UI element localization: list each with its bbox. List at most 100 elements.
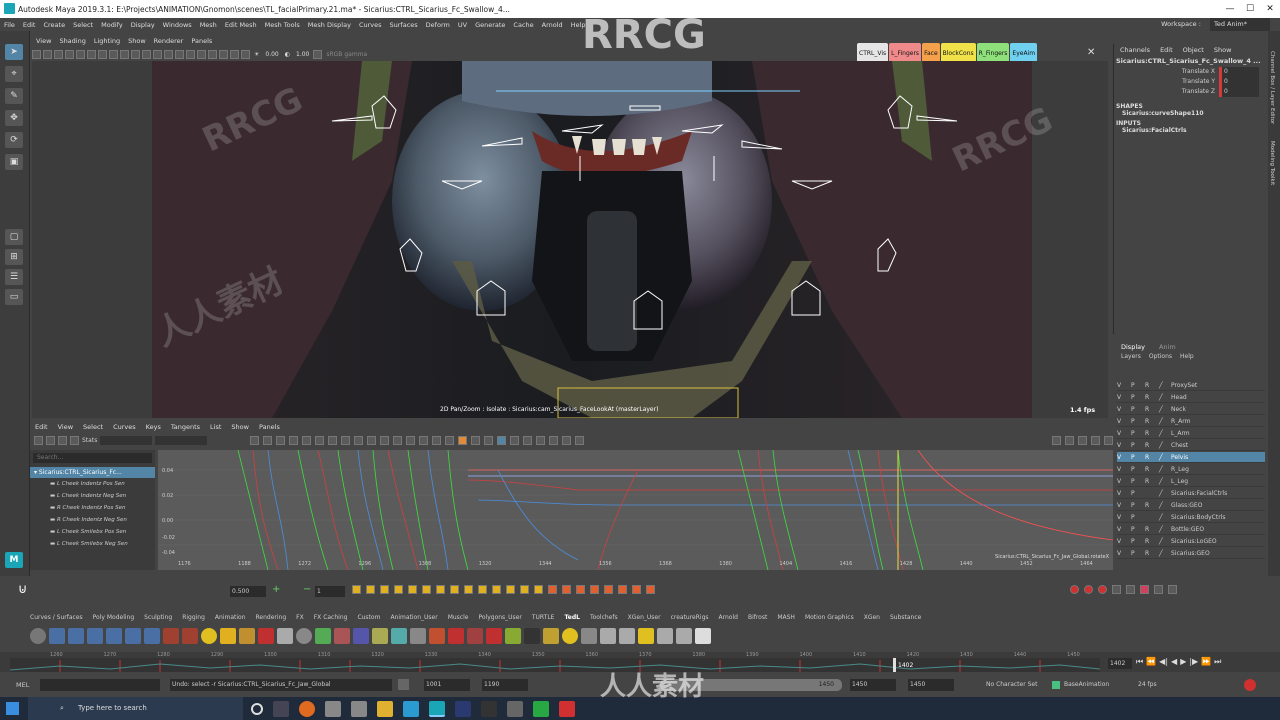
layer-playback[interactable]: P (1131, 428, 1145, 438)
tool-2-icon[interactable] (68, 628, 84, 644)
record-2-icon[interactable] (1084, 585, 1093, 594)
unify-tangent-icon[interactable] (406, 436, 415, 445)
tool-20-icon[interactable] (581, 628, 597, 644)
layer-ref[interactable]: R (1145, 500, 1159, 510)
ao-icon[interactable] (175, 49, 184, 59)
layer-ref[interactable]: R (1145, 464, 1159, 474)
input-name[interactable]: Sicarius:FacialCtrls (1114, 127, 1268, 134)
panel-layout-4-icon[interactable] (1104, 436, 1113, 445)
layer-ref[interactable]: R (1145, 416, 1159, 426)
layer-ref[interactable]: R (1145, 452, 1159, 462)
center-current-icon[interactable] (289, 436, 298, 445)
ease-in-icon[interactable] (394, 585, 403, 594)
lattice-icon[interactable] (58, 436, 67, 445)
menu-generate[interactable]: Generate (471, 21, 509, 29)
step-forward-icon[interactable]: |▶ (1189, 657, 1198, 667)
channel-row[interactable]: Translate X 0 (1114, 67, 1268, 77)
menu-uv[interactable]: UV (454, 21, 471, 29)
layer-ref[interactable]: R (1145, 548, 1159, 558)
breakdown-icon[interactable] (380, 585, 389, 594)
select-tool-icon[interactable]: ➤ (5, 44, 23, 60)
maya-taskbar-icon[interactable] (429, 700, 445, 717)
shelf-tab[interactable]: MASH (772, 612, 800, 623)
menu-curves[interactable]: Curves (355, 21, 386, 29)
pivot-icon[interactable] (464, 585, 473, 594)
marker-icon[interactable] (258, 628, 274, 644)
app-2-icon[interactable] (351, 700, 367, 717)
layer-playback[interactable]: P (1131, 416, 1145, 426)
overshoot-icon[interactable] (422, 585, 431, 594)
vp-menu-lighting[interactable]: Lighting (90, 37, 124, 48)
menu-mesh-display[interactable]: Mesh Display (304, 21, 355, 29)
layer-row[interactable]: V P R ╱ L_Leg (1117, 476, 1265, 487)
layer-row[interactable]: V P R ╱ ProxySet (1117, 380, 1265, 391)
tool-17-icon[interactable] (524, 628, 540, 644)
ge-menu-select[interactable]: Select (78, 422, 108, 433)
lock-weight-icon[interactable] (432, 436, 441, 445)
curve-tool-icon[interactable] (163, 628, 179, 644)
resolution-gate-icon[interactable] (98, 49, 107, 59)
layer-color-icon[interactable]: ╱ (1159, 488, 1171, 498)
tool-9-icon[interactable] (353, 628, 369, 644)
layer-color-icon[interactable]: ╱ (1159, 464, 1171, 474)
side-tab-channel-box[interactable]: Channel Box / Layer Editor (1269, 51, 1275, 124)
menu-help[interactable]: Help (567, 21, 590, 29)
step-back-key-icon[interactable]: ⏪ (1146, 657, 1156, 667)
maximize-panel-icon[interactable] (1052, 436, 1061, 445)
layer-playback[interactable]: P (1131, 464, 1145, 474)
app-icon[interactable] (325, 700, 341, 717)
layer-playback[interactable]: P (1131, 548, 1145, 558)
layer-row[interactable]: V P R ╱ Head (1117, 392, 1265, 403)
linear-tangent-icon[interactable] (341, 436, 350, 445)
curve-item[interactable]: ▬ R Cheek Indentz Pos Sen (30, 502, 155, 514)
workspace-value[interactable]: Ted Anim* (1210, 18, 1270, 31)
menu-surfaces[interactable]: Surfaces (386, 21, 422, 29)
layer-color-icon[interactable]: ╱ (1159, 512, 1171, 522)
ge-menu-panels[interactable]: Panels (254, 422, 285, 433)
shelf-tab[interactable]: Sculpting (139, 612, 177, 623)
value-field-1[interactable]: 0.500 (230, 586, 266, 597)
image-plane-icon[interactable] (65, 49, 74, 59)
four-view-icon[interactable]: ⊞ (5, 249, 23, 265)
menu-create[interactable]: Create (39, 21, 69, 29)
frame-selection-icon[interactable] (263, 436, 272, 445)
char-set-dropdown[interactable]: No Character Set (986, 679, 1037, 691)
blend-icon[interactable] (520, 585, 529, 594)
range-slider[interactable]: 1450 (660, 679, 842, 691)
cb-menu-edit[interactable]: Edit (1160, 44, 1183, 56)
menu-arnold[interactable]: Arnold (538, 21, 567, 29)
gear-icon[interactable] (30, 628, 46, 644)
layer-visible[interactable]: V (1117, 536, 1131, 546)
layer-visible[interactable]: V (1117, 404, 1131, 414)
layer-visible[interactable]: V (1117, 476, 1131, 486)
undo-arc-icon[interactable]: ⊍ (18, 582, 28, 597)
tool-14-icon[interactable] (467, 628, 483, 644)
curve-tool-2-icon[interactable] (182, 628, 198, 644)
smooth-icon[interactable] (436, 585, 445, 594)
trax-icon[interactable] (562, 436, 571, 445)
denormalize-icon[interactable] (510, 436, 519, 445)
paint-select-icon[interactable]: ✎ (5, 88, 23, 104)
curve-shape-2-icon[interactable] (562, 585, 571, 594)
panel-layout-2-icon[interactable] (1078, 436, 1087, 445)
app-3-icon[interactable] (507, 700, 523, 717)
curve-item[interactable]: ▬ R Cheek Indentz Neg Sen (30, 514, 155, 526)
folder-icon[interactable] (377, 700, 393, 717)
frame-all-icon[interactable] (250, 436, 259, 445)
layer-playback[interactable]: P (1131, 452, 1145, 462)
layer-visible[interactable]: V (1117, 548, 1131, 558)
layer-menu-help[interactable]: Help (1180, 352, 1194, 362)
shelf-tab[interactable]: Animation (210, 612, 251, 623)
curve-shape-1-icon[interactable] (548, 585, 557, 594)
step-forward-key-icon[interactable]: ⏩ (1201, 657, 1211, 667)
picker-close-icon[interactable]: ✕ (1087, 47, 1095, 58)
layer-color-icon[interactable]: ╱ (1159, 392, 1171, 402)
key-icon[interactable] (366, 585, 375, 594)
curve-item[interactable]: ▬ L Cheek Smilebx Pos Sen (30, 526, 155, 538)
app-4-icon[interactable] (533, 700, 549, 717)
tool-4-icon[interactable] (106, 628, 122, 644)
shape-name[interactable]: Sicarius:curveShape110 (1114, 110, 1268, 120)
taskbar-search[interactable]: ⌕ Type here to search (28, 697, 243, 720)
layer-playback[interactable]: P (1131, 524, 1145, 534)
firefox-icon[interactable] (299, 700, 315, 717)
